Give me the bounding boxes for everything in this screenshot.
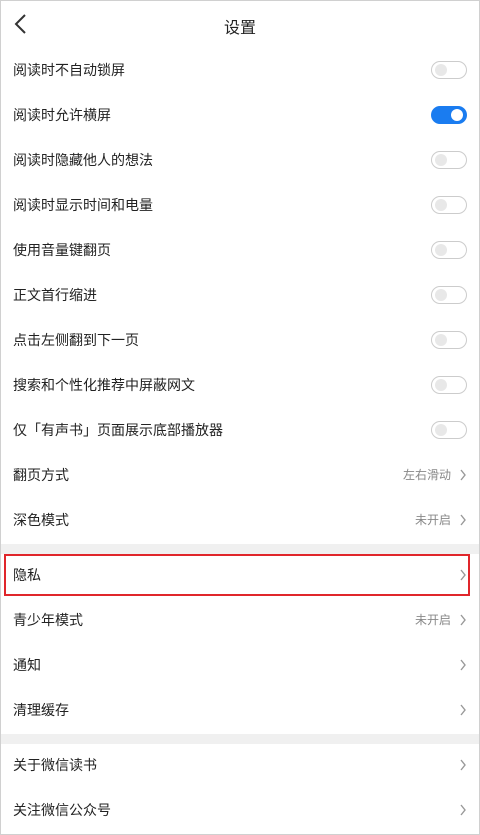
toggle-switch[interactable] — [431, 60, 467, 79]
chevron-right-icon — [460, 569, 466, 580]
setting-value: 未开启 — [414, 513, 451, 527]
setting-row-toggle[interactable]: 阅读时显示时间和电量 — [0, 182, 480, 227]
setting-label: 正文首行缩进 — [13, 287, 97, 304]
setting-label: 深色模式 — [13, 512, 69, 529]
toggle-switch[interactable] — [431, 195, 467, 214]
header-bar: 设置 — [0, 0, 480, 48]
setting-row-toggle[interactable]: 搜索和个性化推荐中屏蔽网文 — [0, 362, 480, 407]
toggle-knob — [435, 63, 447, 76]
setting-row-toggle[interactable]: 阅读时隐藏他人的想法 — [0, 137, 480, 182]
setting-label: 隐私 — [13, 567, 41, 584]
setting-row-toggle[interactable]: 阅读时允许横屏 — [0, 92, 480, 137]
setting-row-nav[interactable]: 深色模式 未开启 — [0, 497, 480, 542]
setting-row-toggle[interactable]: 阅读时不自动锁屏 — [0, 47, 480, 92]
setting-row-nav[interactable]: 青少年模式 未开启 — [0, 597, 480, 642]
toggle-switch[interactable] — [431, 420, 467, 439]
toggle-switch[interactable] — [431, 150, 467, 169]
setting-label: 通知 — [13, 657, 41, 674]
setting-label: 阅读时允许横屏 — [13, 107, 111, 124]
setting-label: 仅「有声书」页面展示底部播放器 — [13, 422, 223, 439]
setting-row-nav[interactable]: 关注微信公众号 — [0, 787, 480, 832]
setting-row-nav[interactable]: 通知 — [0, 642, 480, 687]
chevron-right-icon — [460, 804, 466, 815]
setting-label: 关注微信公众号 — [13, 802, 111, 819]
toggle-switch[interactable] — [431, 330, 467, 349]
toggle-switch[interactable] — [431, 105, 467, 124]
toggle-switch[interactable] — [431, 285, 467, 304]
setting-label: 阅读时隐藏他人的想法 — [13, 152, 153, 169]
toggle-switch[interactable] — [431, 240, 467, 259]
setting-row-toggle[interactable]: 仅「有声书」页面展示底部播放器 — [0, 407, 480, 452]
toggle-knob — [451, 108, 463, 121]
setting-row-nav[interactable]: 翻页方式 左右滑动 — [0, 452, 480, 497]
setting-value: 左右滑动 — [402, 468, 451, 482]
toggle-knob — [435, 243, 447, 256]
chevron-right-icon — [460, 659, 466, 670]
toggle-knob — [435, 423, 447, 436]
setting-value: 未开启 — [414, 613, 451, 627]
setting-label: 使用音量键翻页 — [13, 242, 111, 259]
setting-label: 翻页方式 — [13, 467, 69, 484]
setting-label: 阅读时显示时间和电量 — [13, 197, 153, 214]
setting-row-toggle[interactable]: 点击左侧翻到下一页 — [0, 317, 480, 362]
toggle-knob — [435, 153, 447, 166]
setting-row-toggle[interactable]: 使用音量键翻页 — [0, 227, 480, 272]
chevron-right-icon — [460, 704, 466, 715]
chevron-right-icon — [460, 614, 466, 625]
setting-row-nav[interactable]: 清理缓存 — [0, 687, 480, 732]
setting-label: 搜索和个性化推荐中屏蔽网文 — [13, 377, 195, 394]
toggle-knob — [435, 333, 447, 346]
setting-row-nav[interactable]: 关于微信读书 — [0, 742, 480, 787]
setting-label: 青少年模式 — [13, 612, 83, 629]
toggle-knob — [435, 288, 447, 301]
setting-label: 清理缓存 — [13, 702, 69, 719]
setting-label: 点击左侧翻到下一页 — [13, 332, 139, 349]
setting-label: 关于微信读书 — [13, 757, 97, 774]
chevron-right-icon — [460, 514, 466, 525]
toggle-switch[interactable] — [431, 375, 467, 394]
chevron-right-icon — [460, 759, 466, 770]
chevron-right-icon — [460, 469, 466, 480]
toggle-knob — [435, 198, 447, 211]
toggle-knob — [435, 378, 447, 391]
setting-label: 阅读时不自动锁屏 — [13, 62, 125, 79]
setting-row-toggle[interactable]: 正文首行缩进 — [0, 272, 480, 317]
setting-row-nav[interactable]: 隐私 — [0, 552, 480, 597]
page-title: 设置 — [223, 18, 256, 37]
